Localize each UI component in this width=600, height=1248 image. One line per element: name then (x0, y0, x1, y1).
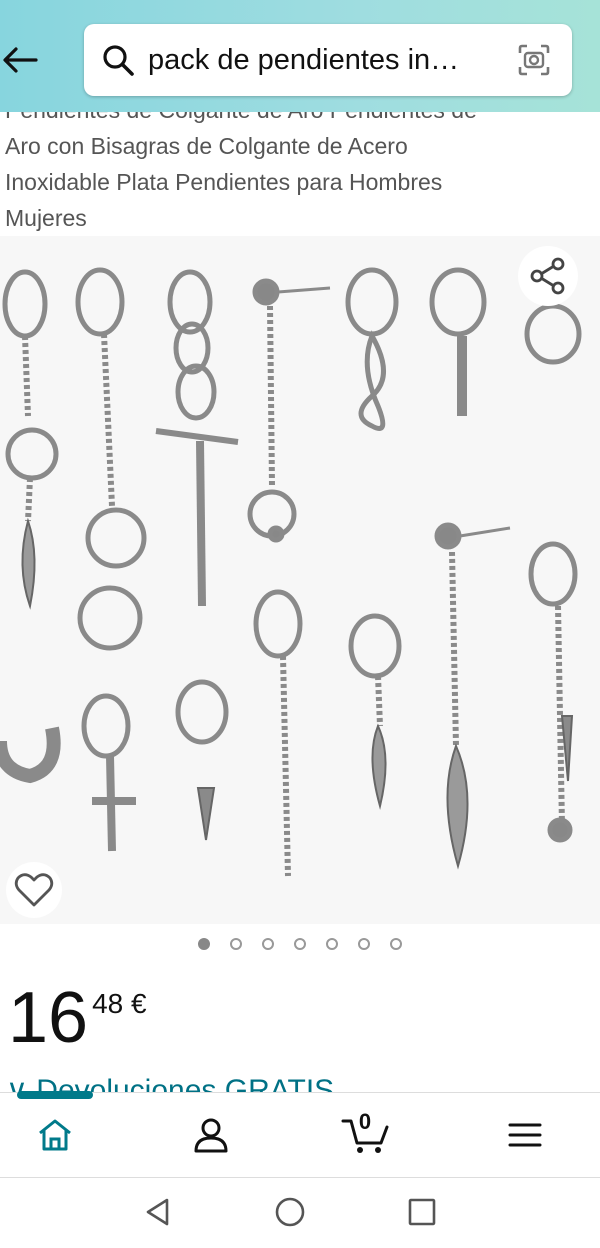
circle-home-icon (275, 1197, 305, 1227)
price-fraction: 48 € (92, 988, 147, 1019)
square-recents-icon (408, 1198, 436, 1226)
share-button[interactable] (518, 246, 578, 306)
wishlist-button[interactable] (6, 862, 62, 918)
title-line: Mujeres (5, 205, 87, 231)
title-line: Inoxidable Plata Pendientes para Hombres (5, 169, 443, 195)
back-button[interactable] (0, 30, 40, 90)
price-whole: 16 (8, 978, 89, 1058)
free-returns-link[interactable]: ∨ Devoluciones GRATIS (6, 1074, 334, 1092)
pagination-dot[interactable] (198, 938, 210, 950)
nav-home[interactable] (15, 1093, 95, 1177)
camera-search-icon[interactable] (514, 40, 554, 80)
pagination-dot[interactable] (230, 938, 242, 950)
arrow-left-icon (3, 47, 38, 73)
earrings-image (0, 267, 582, 877)
cart-count-badge: 0 (358, 1109, 372, 1134)
system-nav-bar (0, 1178, 600, 1248)
pagination-dot[interactable] (358, 938, 370, 950)
nav-cart[interactable]: 0 (326, 1093, 406, 1177)
heart-icon (14, 873, 54, 907)
product-image[interactable] (0, 236, 600, 924)
pagination-dot[interactable] (390, 938, 402, 950)
person-icon (194, 1118, 228, 1153)
nav-account[interactable] (171, 1093, 251, 1177)
nav-menu[interactable] (485, 1093, 565, 1177)
search-bar[interactable]: pack de pendientes in… (84, 24, 572, 96)
system-recents-button[interactable] (402, 1192, 442, 1232)
hamburger-menu-icon (508, 1123, 542, 1147)
search-input[interactable]: pack de pendientes in… (148, 44, 514, 77)
search-icon (98, 40, 138, 80)
pagination-dot[interactable] (294, 938, 306, 950)
share-icon (530, 257, 565, 295)
pagination-dot[interactable] (262, 938, 274, 950)
bottom-nav: 0 (0, 1091, 600, 1178)
pagination-dot[interactable] (326, 938, 338, 950)
home-icon (39, 1119, 71, 1151)
system-back-button[interactable] (138, 1192, 178, 1232)
price: 16 48 € (8, 976, 147, 1060)
top-header: pack de pendientes in… (0, 0, 600, 112)
image-pagination[interactable] (0, 938, 600, 950)
triangle-back-icon (146, 1198, 169, 1226)
system-home-button[interactable] (270, 1192, 310, 1232)
product-title[interactable]: Pendientes de Colgante de Aro Pendientes… (5, 92, 565, 236)
title-line: Aro con Bisagras de Colgante de Acero (5, 133, 408, 159)
